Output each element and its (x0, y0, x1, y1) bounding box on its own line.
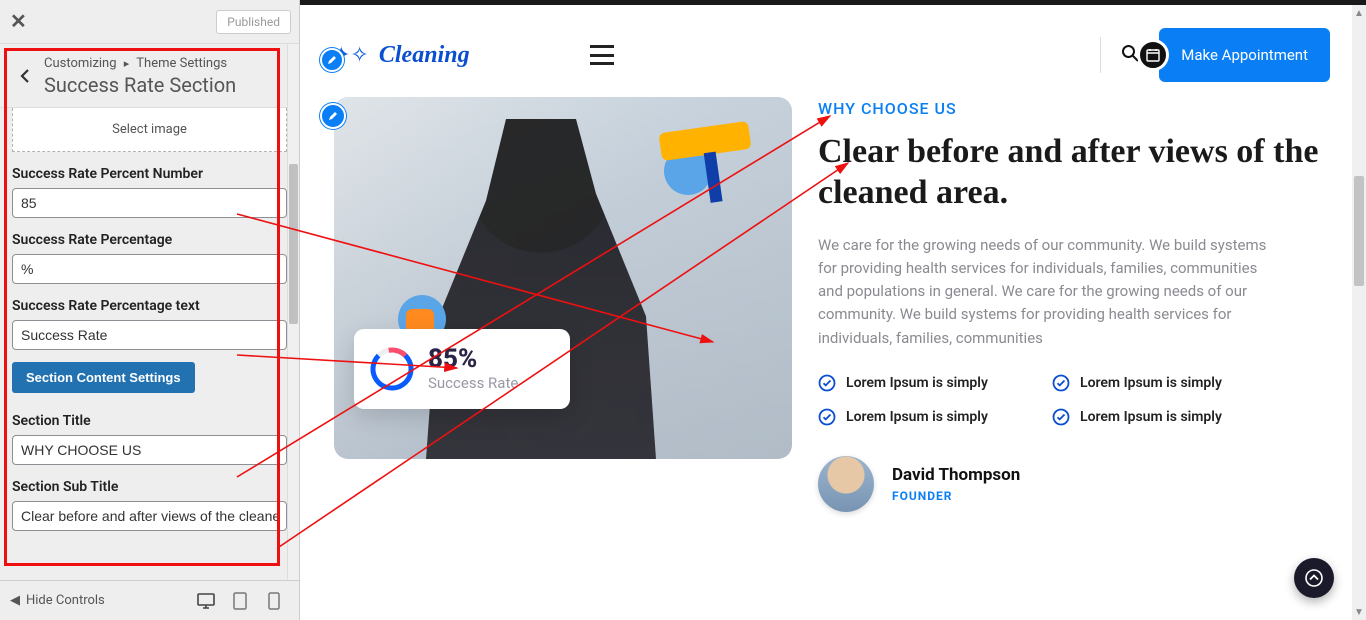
progress-ring-icon (368, 345, 416, 393)
hero-image: 85% Success Rate (334, 97, 792, 459)
author-row: David Thompson FOUNDER (818, 456, 1322, 512)
close-icon[interactable]: ✕ (10, 7, 40, 37)
label-section-subtitle: Section Sub Title (12, 479, 287, 495)
text-column: WHY CHOOSE US Clear before and after vie… (818, 97, 1322, 512)
edit-shortcut-icon[interactable] (320, 103, 346, 129)
customizer-panel: ✕ Published Customizing ▸ Theme Settings… (0, 0, 300, 620)
label-section-title: Section Title (12, 413, 287, 429)
rate-percent-symbol: % (458, 344, 477, 374)
section-heading: Success Rate Section (44, 73, 295, 97)
tablet-icon[interactable] (231, 592, 249, 610)
check-circle-icon (1052, 374, 1070, 392)
scrollbar-thumb[interactable] (1354, 176, 1364, 286)
nav-divider (1100, 37, 1101, 73)
customizer-footer: ◀ Hide Controls (0, 580, 299, 620)
preview-area: ✦✧ Cleaning Make Appointment (300, 0, 1366, 620)
check-item-label: Lorem Ipsum is simply (846, 409, 988, 425)
rate-percent: 85% (428, 346, 518, 373)
check-item-label: Lorem Ipsum is simply (846, 375, 988, 391)
author-name: David Thompson (892, 465, 1020, 485)
chevron-left-icon: ◀ (10, 593, 20, 608)
section-paragraph: We care for the growing needs of our com… (818, 234, 1278, 350)
label-percentage: Success Rate Percentage (12, 232, 287, 248)
section-headline: Clear before and after views of the clea… (818, 132, 1322, 214)
hide-controls-label: Hide Controls (26, 593, 105, 608)
check-circle-icon (1052, 408, 1070, 426)
section-header: Customizing ▸ Theme Settings Success Rat… (0, 44, 299, 108)
section-content-settings-button[interactable]: Section Content Settings (12, 362, 195, 393)
site-nav: ✦✧ Cleaning Make Appointment (330, 17, 1330, 93)
make-appointment-label: Make Appointment (1181, 46, 1308, 64)
rate-label: Success Rate (428, 374, 518, 392)
section-eyebrow: WHY CHOOSE US (818, 99, 1322, 118)
make-appointment-button[interactable]: Make Appointment (1159, 28, 1330, 82)
hamburger-menu-icon[interactable] (590, 45, 614, 65)
rate-percent-number: 85 (428, 344, 458, 374)
preview-inner: ✦✧ Cleaning Make Appointment (314, 5, 1352, 620)
input-percent-number[interactable] (12, 188, 287, 218)
author-role: FOUNDER (892, 489, 1020, 503)
select-image-button[interactable]: Select image (12, 108, 287, 152)
image-column: 85% Success Rate (334, 97, 792, 512)
calendar-icon (1137, 39, 1169, 71)
customizer-body: Select image Success Rate Percent Number… (0, 108, 299, 580)
desktop-icon[interactable] (197, 592, 215, 610)
input-section-title[interactable] (12, 435, 287, 465)
scroll-to-top-button[interactable] (1294, 558, 1334, 598)
scrollbar-thumb[interactable] (289, 164, 298, 324)
check-item: Lorem Ipsum is simply (818, 374, 1024, 392)
check-item: Lorem Ipsum is simply (1052, 374, 1258, 392)
site-logo[interactable]: ✦✧ Cleaning (332, 42, 470, 69)
scroll-up-icon[interactable]: ▲ (1352, 5, 1366, 21)
edit-shortcut-icon[interactable] (320, 48, 344, 72)
device-icons (197, 592, 283, 610)
customizer-header-top: ✕ Published (0, 0, 299, 44)
success-rate-card: 85% Success Rate (354, 329, 570, 409)
brand-name: Cleaning (379, 42, 470, 69)
check-item: Lorem Ipsum is simply (818, 408, 1024, 426)
breadcrumb: Customizing ▸ Theme Settings (44, 56, 295, 71)
check-circle-icon (818, 408, 836, 426)
checks-grid: Lorem Ipsum is simply Lorem Ipsum is sim… (818, 374, 1258, 426)
back-arrow-icon[interactable] (8, 52, 44, 92)
mobile-icon[interactable] (265, 592, 283, 610)
check-item: Lorem Ipsum is simply (1052, 408, 1258, 426)
breadcrumb-prefix: Customizing (44, 56, 117, 71)
scroll-down-icon[interactable]: ▼ (1352, 604, 1366, 620)
avatar (818, 456, 874, 512)
preview-scrollbar[interactable]: ▲ ▼ (1352, 5, 1366, 620)
input-percentage[interactable] (12, 254, 287, 284)
input-section-subtitle[interactable] (12, 501, 287, 531)
breadcrumb-link[interactable]: Theme Settings (136, 56, 227, 71)
check-item-label: Lorem Ipsum is simply (1080, 375, 1222, 391)
input-percentage-text[interactable] (12, 320, 287, 350)
content-row: 85% Success Rate WHY CHOOSE US Clear bef… (334, 97, 1322, 512)
check-item-label: Lorem Ipsum is simply (1080, 409, 1222, 425)
customizer-scrollbar[interactable] (287, 44, 299, 580)
label-percentage-text: Success Rate Percentage text (12, 298, 287, 314)
published-button[interactable]: Published (216, 10, 291, 34)
chevron-right-icon: ▸ (124, 57, 130, 70)
squeegee-icon (658, 121, 751, 161)
check-circle-icon (818, 374, 836, 392)
label-percent-number: Success Rate Percent Number (12, 166, 287, 182)
hide-controls-button[interactable]: ◀ Hide Controls (10, 593, 185, 608)
